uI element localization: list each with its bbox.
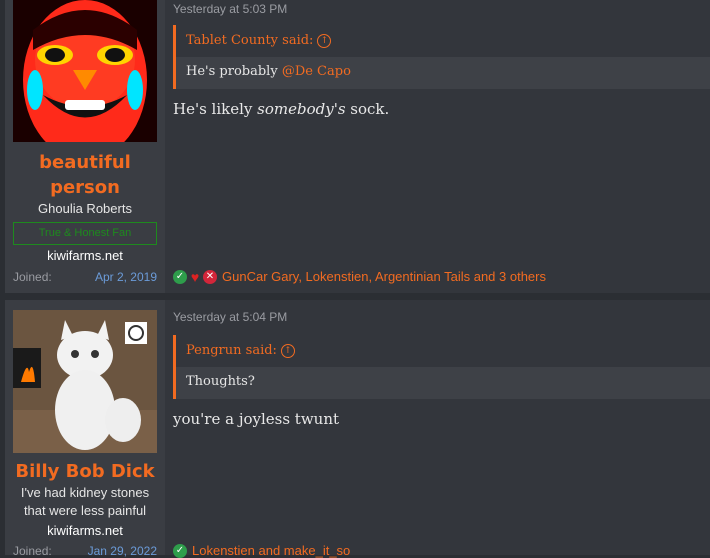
quote-body: Thoughts? [176, 367, 710, 399]
joined-label: Joined: [13, 544, 52, 558]
post-body: He's likely somebody's sock. [173, 100, 389, 118]
user-title-line: I've had kidney stones [20, 485, 150, 500]
body-emphasis: somebody's [257, 100, 346, 118]
reaction-users[interactable]: Lokenstien and make_it_so [192, 543, 350, 558]
username[interactable]: beautiful person [5, 150, 165, 200]
username-line[interactable]: person [50, 177, 120, 198]
user-avatar[interactable] [13, 0, 157, 142]
joined-date: Jan 29, 2022 [87, 544, 157, 558]
check-reaction-icon[interactable]: ✓ [173, 543, 187, 558]
user-title: Ghoulia Roberts [38, 201, 132, 216]
user-site: kiwifarms.net [47, 523, 123, 538]
arrow-up-icon[interactable]: ↑ [280, 343, 295, 358]
message-main: Yesterday at 5:04 PM Pengrun said: ↑ Thou… [165, 300, 710, 558]
quote-author[interactable]: Tablet County said: [186, 33, 313, 48]
heart-reaction-icon[interactable]: ♥ [188, 270, 202, 284]
reaction-users[interactable]: GunCar Gary, Lokenstien, Argentinian Tai… [222, 269, 546, 284]
x-reaction-icon[interactable]: ✕ [203, 269, 217, 284]
quote-body: He's probably @De Capo [176, 57, 710, 89]
username-line[interactable]: beautiful [39, 152, 131, 173]
user-title: I've had kidney stones that were less pa… [5, 484, 165, 520]
user-avatar[interactable] [13, 310, 157, 453]
quote-header[interactable]: Pengrun said: ↑ [176, 335, 710, 367]
user-site: kiwifarms.net [47, 248, 123, 263]
joined-date: Apr 2, 2019 [94, 270, 157, 284]
quote-block: Pengrun said: ↑ Thoughts? [173, 335, 710, 399]
arrow-up-icon[interactable]: ↑ [317, 33, 332, 48]
reactions-bar[interactable]: ✓ Lokenstien and make_it_so [173, 543, 350, 558]
post-timestamp[interactable]: Yesterday at 5:04 PM [173, 310, 287, 324]
joined-label: Joined: [13, 270, 52, 284]
post-timestamp[interactable]: Yesterday at 5:03 PM [173, 2, 287, 16]
post: beautiful person Ghoulia Roberts True & … [5, 0, 710, 293]
body-text: sock. [345, 100, 390, 118]
quote-header[interactable]: Tablet County said: ↑ [176, 25, 710, 57]
message-user-sidebar: Billy Bob Dick I've had kidney stones th… [5, 300, 165, 558]
message-user-sidebar: beautiful person Ghoulia Roberts True & … [5, 0, 165, 293]
user-banner: True & Honest Fan [13, 222, 157, 245]
post-body: you're a joyless twunt [173, 410, 340, 428]
quote-block: Tablet County said: ↑ He's probably @De C… [173, 25, 710, 89]
user-title-line: that were less painful [23, 503, 147, 518]
quote-author[interactable]: Pengrun said: [186, 343, 277, 358]
reactions-bar[interactable]: ✓ ♥ ✕ GunCar Gary, Lokenstien, Argentini… [173, 269, 546, 284]
post: Billy Bob Dick I've had kidney stones th… [5, 300, 710, 558]
user-mention[interactable]: @De Capo [282, 64, 351, 79]
username[interactable]: Billy Bob Dick [5, 459, 165, 484]
message-main: Yesterday at 5:03 PM Tablet County said:… [165, 0, 710, 293]
check-reaction-icon[interactable]: ✓ [173, 269, 187, 284]
quote-text: He's probably [186, 64, 282, 79]
body-text: He's likely [173, 100, 258, 118]
